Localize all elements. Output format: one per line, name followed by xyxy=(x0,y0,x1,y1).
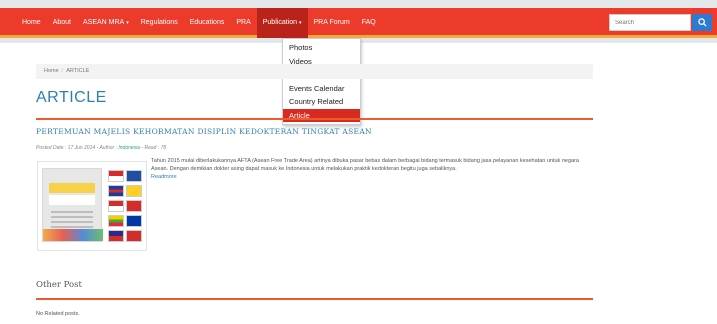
breadcrumb-current: ARTICLE xyxy=(66,68,90,74)
thumbnail-band xyxy=(49,195,95,205)
thumbnail-swirl xyxy=(43,229,103,241)
post-meta-date-author: Posted Date : 17 Jun 2014 - Author : xyxy=(36,145,119,151)
search-button[interactable] xyxy=(692,14,712,31)
post-excerpt-text: Tahun 2015 mulai diberlakukannya AFTA (A… xyxy=(151,158,579,172)
nav-menu: Home About ASEAN MRA ▾ Regulations Educat… xyxy=(22,8,388,38)
post-excerpt: Tahun 2015 mulai diberlakukannya AFTA (A… xyxy=(151,157,596,181)
post-title-link[interactable]: PERTEMUAN MAJELIS KEHORMATAN DISIPLIN KE… xyxy=(36,127,372,136)
page-title: ARTICLE xyxy=(36,89,107,106)
post-meta-country[interactable]: Indonesia xyxy=(118,145,140,151)
nav-item-pra[interactable]: PRA xyxy=(236,8,250,38)
dropdown-item-events-calendar[interactable]: Events Calendar xyxy=(283,82,360,96)
chevron-down-icon: ▾ xyxy=(299,20,302,26)
nav-item-publication[interactable]: Publication ▾ xyxy=(256,8,308,38)
other-post-heading: Other Post xyxy=(36,280,82,290)
dropdown-item-country-related[interactable]: Country Related xyxy=(283,95,360,109)
breadcrumb-home-link[interactable]: Home xyxy=(44,68,59,74)
readmore-link[interactable]: Readmore xyxy=(151,174,177,180)
flag-icon xyxy=(126,185,142,197)
other-post-divider xyxy=(36,298,593,300)
thumbnail-text-lines xyxy=(51,211,93,213)
title-divider xyxy=(36,118,593,120)
flag-icon xyxy=(108,200,124,212)
flag-icon xyxy=(126,200,142,212)
nav-item-asean-mra[interactable]: ASEAN MRA ▾ xyxy=(83,8,129,38)
breadcrumb: Home / ARTICLE xyxy=(36,64,593,79)
nav-item-pra-forum[interactable]: PRA Forum xyxy=(314,8,350,38)
post-meta: Posted Date : 17 Jun 2014 - Author : Ind… xyxy=(36,145,166,151)
flag-icon xyxy=(108,185,124,197)
nav-item-about[interactable]: About xyxy=(53,8,71,38)
dropdown-item-photos[interactable]: Photos xyxy=(283,41,360,55)
post-meta-read-count: - Read : 78 xyxy=(140,145,167,151)
nav-item-home[interactable]: Home xyxy=(22,8,41,38)
thumbnail-cover-image xyxy=(42,168,103,242)
publication-dropdown: Photos Videos Conduct Concern Events Cal… xyxy=(282,38,361,125)
flag-icon xyxy=(126,170,142,182)
breadcrumb-separator: / xyxy=(61,68,64,74)
flag-icon xyxy=(108,215,124,227)
no-related-posts-text: No Related posts. xyxy=(36,311,80,317)
search-icon xyxy=(697,18,707,27)
flag-icon xyxy=(126,230,142,242)
post-thumbnail[interactable] xyxy=(37,161,147,251)
search-input[interactable] xyxy=(609,14,691,31)
nav-item-educations[interactable]: Educations xyxy=(190,8,225,38)
flag-icon xyxy=(108,170,124,182)
chevron-down-icon: ▾ xyxy=(126,20,129,26)
flag-icon xyxy=(126,215,142,227)
thumbnail-band xyxy=(49,183,95,193)
nav-item-faq[interactable]: FAQ xyxy=(362,8,376,38)
nav-item-regulations[interactable]: Regulations xyxy=(141,8,178,38)
flag-icon xyxy=(108,230,124,242)
